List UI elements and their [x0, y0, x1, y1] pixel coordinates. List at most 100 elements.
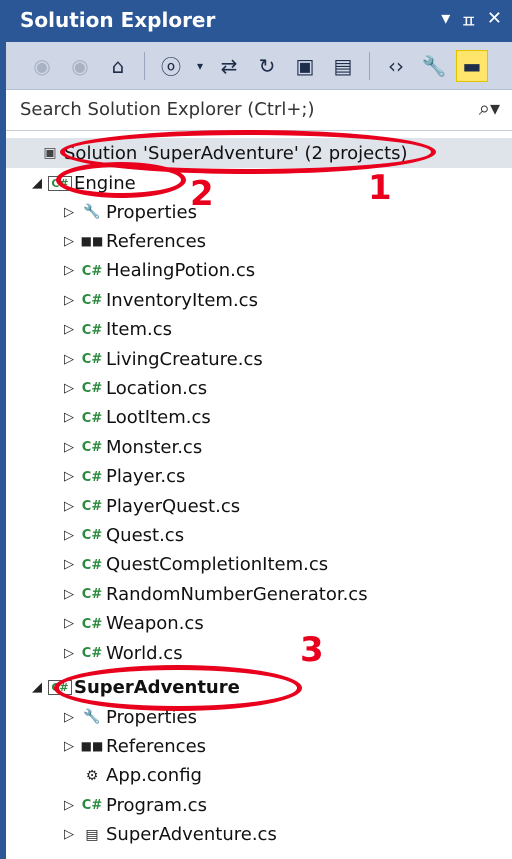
csharp-file-icon: C# [81, 322, 103, 338]
expand-arrow-icon[interactable]: ▷ [60, 234, 78, 249]
tree-item[interactable]: ▷ C# HealingPotion.cs [60, 256, 255, 286]
tree-item[interactable]: ▷ C# Weapon.cs [60, 609, 204, 639]
expand-arrow-icon[interactable]: ▷ [60, 557, 78, 572]
tree-item[interactable]: ▷ C# Player.cs [60, 462, 185, 492]
dropdown-icon[interactable]: ▾ [441, 8, 450, 34]
csharp-file-icon: C# [81, 293, 103, 309]
sync-icon[interactable]: ⇄ [213, 50, 245, 82]
tree-item-label: RandomNumberGenerator.cs [106, 583, 368, 605]
panel-title: Solution Explorer [20, 8, 216, 32]
wrench-icon: 🔧 [83, 204, 101, 220]
tree-item-label: Quest.cs [106, 524, 185, 546]
tree-item[interactable]: ▷ C# World.cs [60, 638, 183, 668]
expand-arrow-icon[interactable]: ▷ [60, 352, 78, 367]
tree-item-label: Weapon.cs [106, 613, 204, 635]
csharp-file-icon: C# [81, 410, 103, 426]
tree-item-label: Location.cs [106, 377, 208, 399]
refresh-icon[interactable]: ↻ [251, 50, 283, 82]
annotation-ellipse-superadventure [54, 665, 302, 711]
tree-item-label: References [106, 735, 207, 757]
expand-arrow-icon[interactable]: ▷ [60, 440, 78, 455]
csharp-file-icon: C# [81, 263, 103, 279]
tree-item-label: Monster.cs [106, 436, 203, 458]
tree-item[interactable]: ▷ C# Program.cs [60, 790, 207, 820]
expand-arrow-icon[interactable]: ▷ [60, 469, 78, 484]
tree-item[interactable]: ▷ C# LivingCreature.cs [60, 344, 263, 374]
expand-arrow-icon[interactable]: ▷ [60, 410, 78, 425]
tree-item-label: App.config [106, 765, 202, 787]
tree-item[interactable]: ⚙ App.config [60, 761, 202, 791]
tree-item-label: InventoryItem.cs [106, 289, 258, 311]
annotation-number-2: 2 [190, 174, 214, 214]
tree-item-label: LivingCreature.cs [106, 348, 263, 370]
expand-arrow-icon[interactable]: ▷ [60, 205, 78, 220]
view-code-icon[interactable]: ‹› [380, 50, 412, 82]
tree-item[interactable]: ▷ C# Monster.cs [60, 432, 202, 462]
toolbar-separator [369, 51, 370, 80]
expand-arrow-icon[interactable]: ▷ [60, 293, 78, 308]
expand-arrow-icon[interactable]: ▷ [60, 798, 78, 813]
pending-changes-icon[interactable]: ⓞ [155, 50, 187, 82]
tree-item-label: References [106, 230, 207, 252]
forward-icon[interactable]: ◉ [64, 50, 96, 82]
csharp-file-icon: C# [81, 616, 103, 632]
search-input[interactable]: Search Solution Explorer (Ctrl+;) [20, 99, 315, 120]
expand-arrow-icon[interactable]: ◢ [28, 680, 46, 695]
expand-arrow-icon[interactable]: ▷ [60, 827, 78, 842]
expand-arrow-icon[interactable]: ▷ [60, 587, 78, 602]
tree-item[interactable]: ▷ C# PlayerQuest.cs [60, 491, 240, 521]
close-icon[interactable]: ✕ [487, 8, 502, 34]
tree-item-label: Item.cs [106, 319, 172, 341]
properties-wrench-icon[interactable]: 🔧 [418, 50, 450, 82]
show-all-files-icon[interactable]: ▤ [327, 50, 359, 82]
tree-item[interactable]: ▷ C# InventoryItem.cs [60, 285, 258, 315]
tree-item[interactable]: ▷ 🔧 Properties [60, 197, 197, 227]
tree-item[interactable]: ▷ C# QuestCompletionItem.cs [60, 550, 328, 580]
home-icon[interactable]: ⌂ [102, 50, 134, 82]
collapse-all-icon[interactable]: ▣ [289, 50, 321, 82]
tree-item[interactable]: ▷ C# RandomNumberGenerator.cs [60, 579, 368, 609]
back-icon[interactable]: ◉ [26, 50, 58, 82]
csharp-file-icon: C# [81, 469, 103, 485]
tree-item[interactable]: ▷ ■■ References [60, 226, 206, 256]
search-box[interactable]: Search Solution Explorer (Ctrl+;) ⌕▾ [6, 90, 512, 131]
annotation-ellipse-engine [56, 162, 186, 198]
title-bar: Solution Explorer ▾ ㅍ ✕ [6, 0, 512, 42]
preview-icon[interactable]: ▬ [456, 49, 488, 82]
expand-arrow-icon[interactable]: ▷ [60, 381, 78, 396]
tree-item-label: QuestCompletionItem.cs [106, 554, 329, 576]
csharp-file-icon: C# [81, 352, 103, 367]
tree-item[interactable]: ▷ ▤ SuperAdventure.cs [60, 820, 277, 850]
csharp-file-icon: C# [81, 499, 103, 514]
tree-item-label: HealingPotion.cs [106, 260, 256, 282]
toolbar: ◉ ◉ ⌂ ⓞ ▾ ⇄ ↻ ▣ ▤ ‹› 🔧 ▬ [6, 42, 512, 90]
tree-item-label: Program.cs [106, 794, 207, 816]
expand-arrow-icon[interactable]: ▷ [60, 499, 78, 514]
wrench-icon: 🔧 [83, 709, 101, 725]
tree-item[interactable]: ▷ C# Location.cs [60, 373, 207, 403]
expand-arrow-icon[interactable]: ▷ [60, 710, 78, 725]
tree-item-label: World.cs [106, 642, 183, 664]
csharp-file-icon: C# [81, 587, 103, 603]
expand-arrow-icon[interactable]: ▷ [60, 739, 78, 754]
expand-arrow-icon[interactable]: ▷ [60, 646, 78, 661]
config-icon: ⚙ [85, 767, 99, 784]
annotation-number-3: 3 [300, 630, 324, 670]
tree-item[interactable]: ▷ ■■ References [60, 731, 206, 761]
csharp-file-icon: C# [81, 528, 103, 544]
pin-icon[interactable]: ㅍ [460, 8, 477, 34]
expand-arrow-icon[interactable]: ▷ [60, 528, 78, 543]
search-icon[interactable]: ⌕▾ [479, 96, 500, 120]
expand-arrow-icon[interactable]: ▷ [60, 616, 78, 631]
tree-item[interactable]: ▷ C# Quest.cs [60, 520, 184, 550]
csharp-file-icon: C# [81, 440, 103, 456]
expand-arrow-icon[interactable]: ◢ [28, 176, 46, 191]
dropdown-arrow-icon[interactable]: ▾ [193, 50, 207, 82]
csharp-file-icon: C# [81, 646, 103, 661]
csharp-file-icon: C# [81, 381, 103, 397]
tree-item[interactable]: ▷ C# LootItem.cs [60, 403, 211, 433]
tree-item[interactable]: ▷ C# Item.cs [60, 315, 172, 345]
tree-item-label: SuperAdventure.cs [106, 824, 277, 846]
expand-arrow-icon[interactable]: ▷ [60, 322, 78, 337]
expand-arrow-icon[interactable]: ▷ [60, 263, 78, 278]
